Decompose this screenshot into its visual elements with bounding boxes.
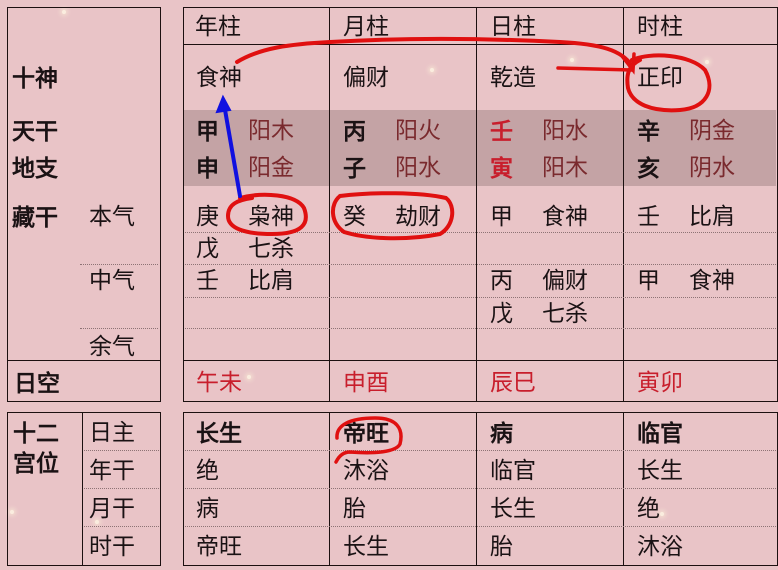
column-divider <box>82 412 83 566</box>
palace-hour-year-stem: 长生 <box>637 458 683 484</box>
ten-god-year: 食神 <box>196 65 242 91</box>
branch-month: 子 <box>343 155 366 182</box>
label-hidden-stems: 藏干 <box>12 204 58 231</box>
dotted-divider <box>80 328 158 329</box>
hidden-god-day-2: 偏财 <box>542 268 588 294</box>
stem-element-year: 阳木 <box>248 118 294 144</box>
hidden-stem-day-2: 丙 <box>490 268 513 294</box>
dotted-divider <box>185 488 776 489</box>
branch-hour: 亥 <box>637 155 660 182</box>
stem-element-hour: 阴金 <box>689 118 735 144</box>
divider <box>183 44 778 45</box>
label-day-void: 日空 <box>14 370 60 397</box>
branch-day: 寅 <box>490 155 513 182</box>
branch-element-month: 阳水 <box>395 155 441 181</box>
palace-hour-month-stem: 绝 <box>637 496 660 522</box>
stem-day: 壬 <box>490 118 513 145</box>
dotted-divider <box>185 450 776 451</box>
palace-year-year-stem: 绝 <box>196 458 219 484</box>
column-divider <box>623 7 624 402</box>
palace-day-day-master: 病 <box>490 420 513 447</box>
void-year: 午未 <box>196 370 242 396</box>
hidden-god-month-1: 劫财 <box>395 204 441 230</box>
dotted-divider <box>84 450 159 451</box>
label-twelve-palaces-line1: 十二 <box>13 420 59 447</box>
label-residual-qi: 余气 <box>89 334 135 360</box>
branch-element-year: 阳金 <box>248 155 294 181</box>
pillar-header-year: 年柱 <box>195 14 241 40</box>
palace-month-hour-stem: 长生 <box>343 534 389 560</box>
palace-day-hour-stem: 胎 <box>490 534 513 560</box>
dotted-divider <box>185 328 776 329</box>
stem-hour: 辛 <box>637 118 660 145</box>
hidden-stem-hour-1: 壬 <box>637 204 660 230</box>
palace-month-month-stem: 胎 <box>343 496 366 522</box>
divider <box>183 360 778 361</box>
hidden-god-year-1: 枭神 <box>248 204 294 230</box>
palace-year-month-stem: 病 <box>196 496 219 522</box>
label-twelve-palaces-line2: 宫位 <box>13 450 59 477</box>
ten-god-hour: 正印 <box>637 65 683 91</box>
hidden-stem-month-1: 癸 <box>343 204 366 230</box>
dotted-divider <box>84 488 159 489</box>
pillar-header-hour: 时柱 <box>637 14 683 40</box>
stem-month: 丙 <box>343 118 366 145</box>
dotted-divider <box>185 526 776 527</box>
branch-element-day: 阳木 <box>542 155 588 181</box>
label-year-stem: 年干 <box>89 458 135 484</box>
void-hour: 寅卯 <box>637 370 683 396</box>
palace-hour-day-master: 临官 <box>637 420 683 447</box>
palace-day-year-stem: 临官 <box>490 458 536 484</box>
ten-god-day: 乾造 <box>490 65 536 91</box>
void-month: 申酉 <box>343 370 389 396</box>
hidden-stem-year-1: 庚 <box>196 204 219 230</box>
label-hour-stem: 时干 <box>89 534 135 560</box>
palace-month-day-master: 帝旺 <box>343 420 389 447</box>
label-day-master: 日主 <box>89 420 135 446</box>
label-heavenly-stem: 天干 <box>12 118 58 145</box>
stem-element-day: 阳水 <box>542 118 588 144</box>
palace-year-hour-stem: 帝旺 <box>196 534 242 560</box>
palace-year-day-master: 长生 <box>196 420 242 447</box>
palace-day-month-stem: 长生 <box>490 496 536 522</box>
label-month-stem: 月干 <box>89 496 135 522</box>
dotted-divider <box>80 264 158 265</box>
hidden-stem-year-2: 戊 <box>196 236 219 262</box>
branch-element-hour: 阴水 <box>689 155 735 181</box>
divider <box>7 360 161 361</box>
hidden-god-year-2: 七杀 <box>248 236 294 262</box>
stem-element-month: 阳火 <box>395 118 441 144</box>
label-ten-gods: 十神 <box>12 65 58 92</box>
hidden-stem-hour-2: 甲 <box>637 268 660 294</box>
hidden-stem-year-3: 壬 <box>196 268 219 294</box>
hidden-stem-day-1: 甲 <box>490 204 513 230</box>
column-divider <box>476 412 477 566</box>
hidden-god-day-3: 七杀 <box>542 301 588 327</box>
palace-month-year-stem: 沐浴 <box>343 458 389 484</box>
branch-year: 申 <box>196 155 219 182</box>
pillar-header-day: 日柱 <box>490 14 536 40</box>
stem-year: 甲 <box>196 118 219 145</box>
column-divider <box>476 7 477 402</box>
column-divider <box>329 7 330 402</box>
palace-table <box>183 412 778 566</box>
hidden-god-day-1: 食神 <box>542 204 588 230</box>
void-day: 辰巳 <box>490 370 536 396</box>
ten-god-month: 偏财 <box>343 65 389 91</box>
label-middle-qi: 中气 <box>89 268 135 294</box>
hidden-god-hour-2: 食神 <box>689 268 735 294</box>
hidden-stem-day-3: 戊 <box>490 301 513 327</box>
dotted-divider <box>185 264 776 265</box>
label-earthly-branch: 地支 <box>12 155 58 182</box>
dotted-divider <box>185 297 776 298</box>
hidden-god-hour-1: 比肩 <box>689 204 735 230</box>
column-divider <box>623 412 624 566</box>
pillar-header-month: 月柱 <box>343 14 389 40</box>
palace-hour-hour-stem: 沐浴 <box>637 534 683 560</box>
column-divider <box>329 412 330 566</box>
hidden-god-year-3: 比肩 <box>248 268 294 294</box>
dotted-divider <box>84 526 159 527</box>
label-main-qi: 本气 <box>89 204 135 230</box>
dotted-divider <box>185 232 776 233</box>
